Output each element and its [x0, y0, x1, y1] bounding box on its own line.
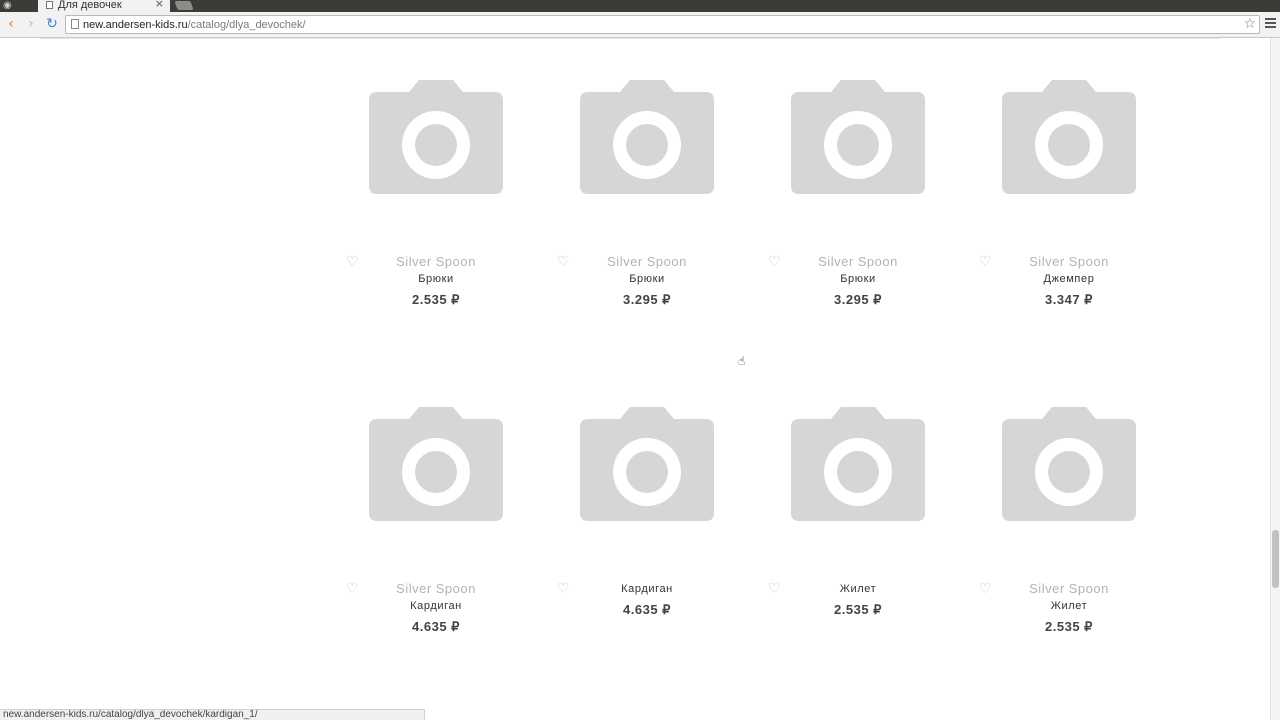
- product-brand[interactable]: Silver Spoon: [979, 254, 1159, 270]
- camera-placeholder-icon[interactable]: [369, 78, 503, 198]
- divider: [40, 38, 1220, 39]
- camera-placeholder-icon[interactable]: [1002, 405, 1136, 525]
- tab-strip: ◉ Для девочек ×: [0, 0, 1280, 12]
- product-name[interactable]: Брюки: [768, 272, 948, 286]
- hand-pointer-icon: ☝: [738, 354, 746, 368]
- status-bar: new.andersen-kids.ru/catalog/dlya_devoch…: [0, 709, 425, 720]
- product-name[interactable]: Брюки: [346, 272, 526, 286]
- incognito-icon: ◉: [3, 0, 12, 11]
- url-host: new.andersen-kids.ru: [83, 19, 188, 31]
- product-brand[interactable]: Silver Spoon: [979, 581, 1159, 597]
- bookmark-star-icon[interactable]: ☆: [1243, 16, 1256, 33]
- product-price: 3.295 ₽: [623, 292, 671, 307]
- page-scrollbar[interactable]: [1270, 38, 1280, 720]
- scrollbar-thumb[interactable]: [1272, 530, 1279, 588]
- new-tab-button[interactable]: [174, 1, 194, 10]
- close-icon[interactable]: ×: [155, 0, 164, 10]
- product-name[interactable]: Жилет: [768, 582, 948, 596]
- url-path: /catalog/dlya_devochek/: [187, 19, 306, 31]
- address-url[interactable]: new.andersen-kids.ru/catalog/dlya_devoch…: [83, 18, 306, 32]
- product-name[interactable]: Жилет: [979, 599, 1159, 613]
- page-viewport: ♡ Silver Spoon Брюки 2.535 ₽ ♡ Silver Spoon Бр…: [0, 38, 1270, 720]
- back-icon[interactable]: ‹: [3, 16, 19, 32]
- camera-placeholder-icon[interactable]: [1002, 78, 1136, 198]
- page-info-icon[interactable]: [71, 19, 79, 29]
- product-price: 3.295 ₽: [834, 292, 882, 307]
- reload-icon[interactable]: ↻: [44, 16, 60, 32]
- product-brand[interactable]: Silver Spoon: [346, 254, 526, 270]
- product-price: 2.535 ₽: [834, 602, 882, 617]
- camera-placeholder-icon[interactable]: [791, 405, 925, 525]
- camera-placeholder-icon[interactable]: [580, 405, 714, 525]
- product-brand[interactable]: Silver Spoon: [557, 254, 737, 270]
- product-price: 2.535 ₽: [1045, 619, 1093, 634]
- tab-title: Для девочек: [58, 0, 122, 11]
- menu-icon[interactable]: [1265, 18, 1276, 30]
- product-name[interactable]: Брюки: [557, 272, 737, 286]
- product-brand[interactable]: Silver Spoon: [346, 581, 526, 597]
- product-price: 4.635 ₽: [412, 619, 460, 634]
- product-price: 3.347 ₽: [1045, 292, 1093, 307]
- product-price: 2.535 ₽: [412, 292, 460, 307]
- camera-placeholder-icon[interactable]: [580, 78, 714, 198]
- product-name[interactable]: Джемпер: [979, 272, 1159, 286]
- page-icon: [46, 1, 53, 9]
- product-brand[interactable]: Silver Spoon: [768, 254, 948, 270]
- camera-placeholder-icon[interactable]: [369, 405, 503, 525]
- product-price: 4.635 ₽: [623, 602, 671, 617]
- product-name[interactable]: Кардиган: [346, 599, 526, 613]
- product-name[interactable]: Кардиган: [557, 582, 737, 596]
- browser-tab[interactable]: Для девочек ×: [38, 0, 170, 12]
- camera-placeholder-icon[interactable]: [791, 78, 925, 198]
- browser-toolbar: ‹ › ↻ new.andersen-kids.ru/catalog/dlya_…: [0, 12, 1280, 38]
- forward-icon[interactable]: ›: [23, 16, 39, 32]
- address-bar[interactable]: new.andersen-kids.ru/catalog/dlya_devoch…: [65, 15, 1260, 34]
